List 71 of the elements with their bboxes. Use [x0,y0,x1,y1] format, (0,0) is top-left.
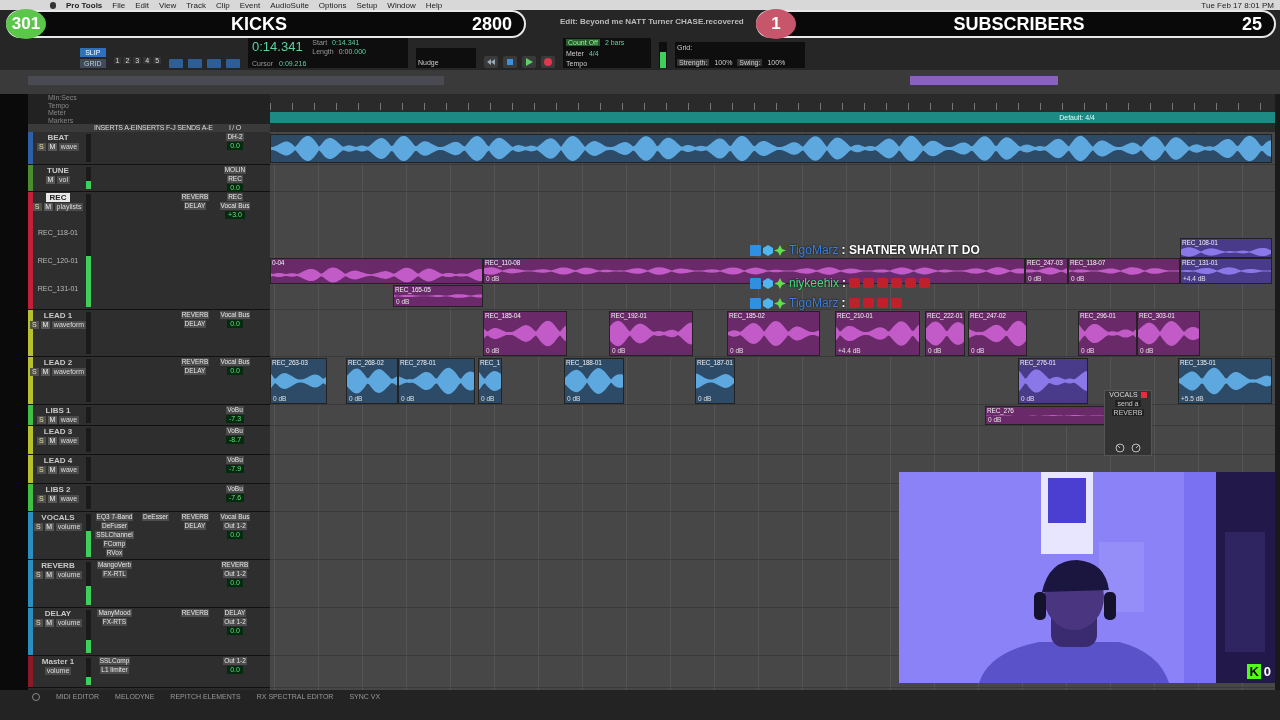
main-counter: 0:14.341 [252,39,304,54]
emote-icon [877,278,889,288]
waveform-drawing [926,320,964,347]
counter-label: KICKS [229,13,288,35]
waveform-drawing [347,367,397,395]
track-name[interactable]: VOCALS [37,513,79,522]
counter-label: SUBSCRIBERS [952,13,1086,35]
waveform-drawing [969,320,1026,347]
track-name[interactable]: LIBS 2 [41,485,75,494]
track-name[interactable]: REVERB [37,561,79,570]
emote-icon [919,278,931,288]
emote-icon [849,278,861,288]
menu-item[interactable]: AudioSuite [270,0,309,10]
toolbar-button[interactable] [226,59,241,68]
menu-item[interactable]: File [112,0,126,10]
emote-icon [862,298,874,308]
menu-item[interactable]: Edit [135,0,149,10]
chat-message: : [841,296,846,310]
rewind-icon[interactable] [484,56,499,68]
waveform-drawing [565,367,623,395]
knob-icon[interactable] [1131,443,1141,453]
audio-clip[interactable] [270,134,1272,163]
menu-item[interactable]: Window [387,0,416,10]
track-name[interactable]: LEAD 3 [39,427,77,436]
play-icon[interactable] [522,56,537,68]
track-name[interactable]: LEAD 1 [39,311,77,320]
counter-value: 25 [1241,13,1262,35]
track-name[interactable]: Master 1 [37,657,79,666]
counter-badge: 301 [6,9,46,39]
waveform-drawing [1026,267,1067,275]
emote-icon [891,278,903,288]
close-icon[interactable] [1140,391,1147,398]
menu-item[interactable]: Setup [356,0,378,10]
viewer-count: 0 [1263,664,1271,679]
stop-icon[interactable] [503,56,518,68]
emote-icon [890,298,902,308]
track-name[interactable]: TUNE [43,166,73,175]
logo-icon[interactable] [50,1,56,9]
toolbar-button[interactable] [188,59,203,68]
toolbar-button[interactable] [169,59,184,68]
output-meter [659,42,668,68]
menu-clock: Tue Feb 17 8:01 PM [1201,0,1274,10]
waveform-drawing [1019,367,1087,395]
menu-item[interactable]: Help [425,0,443,10]
knob-icon[interactable] [1115,443,1125,453]
emote-icon [905,278,917,288]
track-name[interactable]: LIBS 1 [41,406,75,415]
menu-item[interactable]: Pro Tools [66,0,103,10]
badge-icons [750,277,786,289]
badge-icons [750,244,786,256]
waveform-drawing [1138,320,1199,347]
toolbar-button[interactable] [207,59,222,68]
track-name[interactable]: LEAD 2 [39,358,77,367]
track-name[interactable]: BEAT [43,133,73,142]
menu-item[interactable]: View [159,0,177,10]
counter-value: 2800 [471,13,512,35]
track-name[interactable]: LEAD 4 [39,456,77,465]
emote-icon [848,298,860,308]
menu-item[interactable]: Clip [215,0,230,10]
track-name[interactable]: REC [45,193,71,202]
window-title: Edit: Beyond me NATT Turner CHASE.recovered [560,16,744,26]
emote-icon [863,278,875,288]
chat-message: : SHATNER WHAT IT DO [841,243,980,257]
track-name[interactable]: DELAY [40,609,76,618]
emote-icon [876,298,888,308]
kick-logo: K [1247,664,1261,679]
record-icon[interactable] [541,56,556,68]
menu-item[interactable]: Event [239,0,261,10]
menu-item[interactable]: Track [186,0,206,10]
menu-item[interactable]: Options [318,0,347,10]
badge-icons [750,297,786,309]
